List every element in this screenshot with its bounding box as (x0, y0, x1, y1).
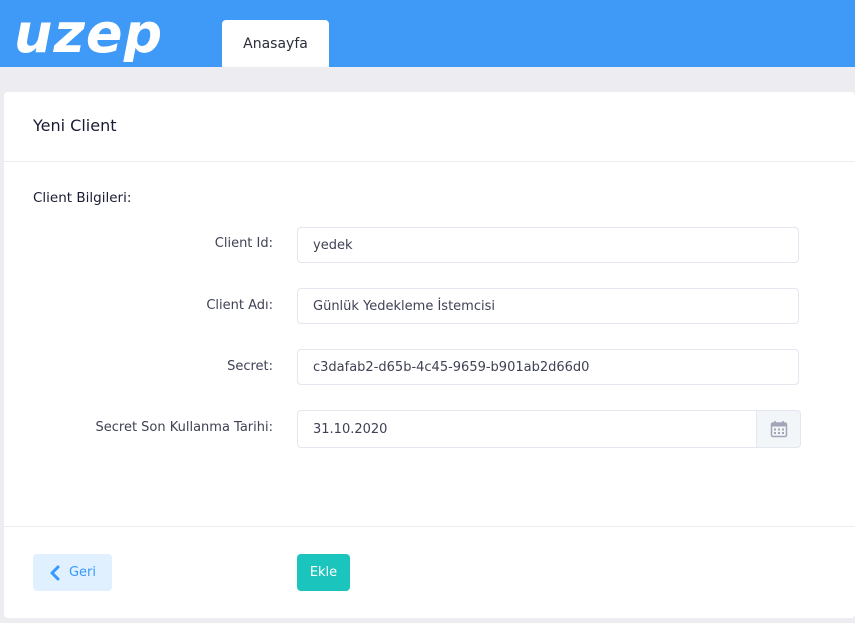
top-header-bar: uzep Anasayfa (0, 0, 855, 67)
back-button-label: Geri (68, 565, 97, 580)
client-id-label: Client Id: (214, 236, 273, 251)
chevron-left-icon (50, 565, 60, 580)
client-name-label: Client Adı: (206, 298, 273, 313)
page-title: Yeni Client (33, 116, 117, 135)
logo-wordmark: uzep (14, 2, 163, 65)
secret-input[interactable]: c3dafab2-d65b-4c45-9659-b901ab2d66d0 (297, 349, 799, 385)
secret-expiry-input[interactable]: 31.10.2020 (297, 410, 757, 448)
client-id-input[interactable]: yedek (297, 227, 799, 263)
secret-label: Secret: (227, 359, 273, 374)
card-header: Yeni Client (4, 92, 855, 162)
section-title: Client Bilgileri: (33, 190, 132, 206)
secret-expiry-label: Secret Son Kullanma Tarihi: (95, 420, 273, 435)
add-button[interactable]: Ekle (297, 554, 350, 591)
app-logo[interactable]: uzep (14, 2, 184, 74)
tab-anasayfa[interactable]: Anasayfa (222, 20, 329, 67)
new-client-card: Yeni Client Client Bilgileri: Client Id:… (4, 92, 855, 618)
svg-text:uzep: uzep (14, 2, 163, 62)
back-button[interactable]: Geri (33, 554, 112, 591)
client-name-input[interactable]: Günlük Yedekleme İstemcisi (297, 288, 799, 324)
date-picker-button[interactable] (756, 410, 801, 448)
calendar-icon (770, 421, 787, 438)
footer-divider (4, 526, 855, 527)
